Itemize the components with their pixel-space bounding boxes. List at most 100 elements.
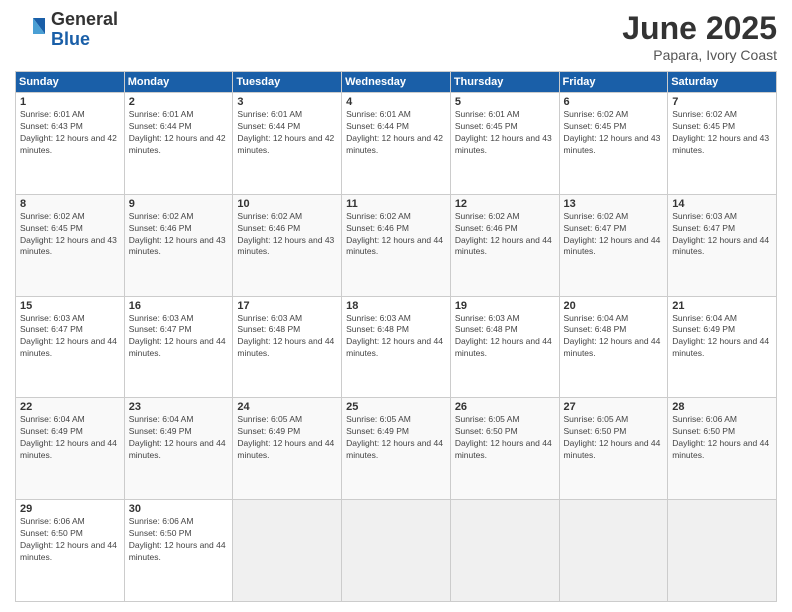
sunset-text: Sunset: 6:49 PM	[346, 426, 446, 438]
day-number: 4	[346, 96, 446, 108]
day-number: 17	[237, 300, 337, 312]
day-info: Sunrise: 6:05 AM Sunset: 6:49 PM Dayligh…	[346, 414, 446, 462]
sunrise-text: Sunrise: 6:01 AM	[346, 109, 446, 121]
day-number: 20	[564, 300, 664, 312]
table-row: 21 Sunrise: 6:04 AM Sunset: 6:49 PM Dayl…	[668, 296, 777, 398]
daylight-text: Daylight: 12 hours and 44 minutes.	[237, 438, 337, 462]
day-info: Sunrise: 6:03 AM Sunset: 6:48 PM Dayligh…	[455, 313, 555, 361]
table-row: 18 Sunrise: 6:03 AM Sunset: 6:48 PM Dayl…	[342, 296, 451, 398]
daylight-text: Daylight: 12 hours and 44 minutes.	[346, 438, 446, 462]
daylight-text: Daylight: 12 hours and 44 minutes.	[455, 336, 555, 360]
day-number: 2	[129, 96, 229, 108]
table-row: 30 Sunrise: 6:06 AM Sunset: 6:50 PM Dayl…	[124, 500, 233, 602]
day-info: Sunrise: 6:03 AM Sunset: 6:48 PM Dayligh…	[346, 313, 446, 361]
sunset-text: Sunset: 6:45 PM	[20, 223, 120, 235]
daylight-text: Daylight: 12 hours and 44 minutes.	[564, 438, 664, 462]
daylight-text: Daylight: 12 hours and 44 minutes.	[129, 336, 229, 360]
sunrise-text: Sunrise: 6:03 AM	[346, 313, 446, 325]
sunset-text: Sunset: 6:46 PM	[455, 223, 555, 235]
calendar-week-row: 29 Sunrise: 6:06 AM Sunset: 6:50 PM Dayl…	[16, 500, 777, 602]
day-info: Sunrise: 6:01 AM Sunset: 6:45 PM Dayligh…	[455, 109, 555, 157]
table-row: 27 Sunrise: 6:05 AM Sunset: 6:50 PM Dayl…	[559, 398, 668, 500]
day-number: 12	[455, 198, 555, 210]
sunrise-text: Sunrise: 6:06 AM	[672, 414, 772, 426]
sunrise-text: Sunrise: 6:01 AM	[237, 109, 337, 121]
day-number: 21	[672, 300, 772, 312]
sunrise-text: Sunrise: 6:01 AM	[455, 109, 555, 121]
day-info: Sunrise: 6:05 AM Sunset: 6:49 PM Dayligh…	[237, 414, 337, 462]
daylight-text: Daylight: 12 hours and 42 minutes.	[346, 133, 446, 157]
sunset-text: Sunset: 6:46 PM	[237, 223, 337, 235]
day-info: Sunrise: 6:02 AM Sunset: 6:46 PM Dayligh…	[237, 211, 337, 259]
sunrise-text: Sunrise: 6:02 AM	[129, 211, 229, 223]
col-friday: Friday	[559, 72, 668, 93]
sunrise-text: Sunrise: 6:02 AM	[346, 211, 446, 223]
day-number: 30	[129, 503, 229, 515]
day-info: Sunrise: 6:03 AM Sunset: 6:47 PM Dayligh…	[129, 313, 229, 361]
sunrise-text: Sunrise: 6:04 AM	[564, 313, 664, 325]
sunset-text: Sunset: 6:47 PM	[129, 324, 229, 336]
day-number: 1	[20, 96, 120, 108]
day-number: 28	[672, 401, 772, 413]
day-number: 5	[455, 96, 555, 108]
sunrise-text: Sunrise: 6:02 AM	[20, 211, 120, 223]
sunrise-text: Sunrise: 6:02 AM	[564, 211, 664, 223]
day-info: Sunrise: 6:01 AM Sunset: 6:44 PM Dayligh…	[237, 109, 337, 157]
table-row: 6 Sunrise: 6:02 AM Sunset: 6:45 PM Dayli…	[559, 93, 668, 195]
daylight-text: Daylight: 12 hours and 44 minutes.	[237, 336, 337, 360]
sunset-text: Sunset: 6:47 PM	[20, 324, 120, 336]
sunset-text: Sunset: 6:44 PM	[237, 121, 337, 133]
subtitle: Papara, Ivory Coast	[622, 47, 777, 63]
table-row: 4 Sunrise: 6:01 AM Sunset: 6:44 PM Dayli…	[342, 93, 451, 195]
day-info: Sunrise: 6:06 AM Sunset: 6:50 PM Dayligh…	[129, 516, 229, 564]
sunset-text: Sunset: 6:48 PM	[237, 324, 337, 336]
sunset-text: Sunset: 6:45 PM	[564, 121, 664, 133]
daylight-text: Daylight: 12 hours and 44 minutes.	[672, 438, 772, 462]
daylight-text: Daylight: 12 hours and 44 minutes.	[455, 235, 555, 259]
sunrise-text: Sunrise: 6:01 AM	[20, 109, 120, 121]
table-row: 10 Sunrise: 6:02 AM Sunset: 6:46 PM Dayl…	[233, 194, 342, 296]
day-info: Sunrise: 6:05 AM Sunset: 6:50 PM Dayligh…	[564, 414, 664, 462]
table-row: 14 Sunrise: 6:03 AM Sunset: 6:47 PM Dayl…	[668, 194, 777, 296]
day-number: 18	[346, 300, 446, 312]
col-monday: Monday	[124, 72, 233, 93]
day-info: Sunrise: 6:01 AM Sunset: 6:44 PM Dayligh…	[129, 109, 229, 157]
table-row: 12 Sunrise: 6:02 AM Sunset: 6:46 PM Dayl…	[450, 194, 559, 296]
table-row: 5 Sunrise: 6:01 AM Sunset: 6:45 PM Dayli…	[450, 93, 559, 195]
sunrise-text: Sunrise: 6:05 AM	[564, 414, 664, 426]
day-number: 27	[564, 401, 664, 413]
col-thursday: Thursday	[450, 72, 559, 93]
sunrise-text: Sunrise: 6:03 AM	[129, 313, 229, 325]
table-row	[342, 500, 451, 602]
sunset-text: Sunset: 6:48 PM	[455, 324, 555, 336]
daylight-text: Daylight: 12 hours and 44 minutes.	[20, 438, 120, 462]
table-row: 25 Sunrise: 6:05 AM Sunset: 6:49 PM Dayl…	[342, 398, 451, 500]
day-number: 9	[129, 198, 229, 210]
day-number: 14	[672, 198, 772, 210]
daylight-text: Daylight: 12 hours and 44 minutes.	[346, 336, 446, 360]
calendar-table: Sunday Monday Tuesday Wednesday Thursday…	[15, 71, 777, 602]
day-info: Sunrise: 6:04 AM Sunset: 6:48 PM Dayligh…	[564, 313, 664, 361]
day-number: 23	[129, 401, 229, 413]
day-number: 15	[20, 300, 120, 312]
header-row: Sunday Monday Tuesday Wednesday Thursday…	[16, 72, 777, 93]
sunrise-text: Sunrise: 6:03 AM	[237, 313, 337, 325]
table-row: 7 Sunrise: 6:02 AM Sunset: 6:45 PM Dayli…	[668, 93, 777, 195]
sunrise-text: Sunrise: 6:04 AM	[20, 414, 120, 426]
sunrise-text: Sunrise: 6:02 AM	[237, 211, 337, 223]
daylight-text: Daylight: 12 hours and 43 minutes.	[20, 235, 120, 259]
logo-general: General	[51, 9, 118, 29]
col-tuesday: Tuesday	[233, 72, 342, 93]
table-row	[559, 500, 668, 602]
sunrise-text: Sunrise: 6:04 AM	[129, 414, 229, 426]
daylight-text: Daylight: 12 hours and 43 minutes.	[129, 235, 229, 259]
sunset-text: Sunset: 6:49 PM	[129, 426, 229, 438]
daylight-text: Daylight: 12 hours and 44 minutes.	[455, 438, 555, 462]
table-row: 26 Sunrise: 6:05 AM Sunset: 6:50 PM Dayl…	[450, 398, 559, 500]
col-sunday: Sunday	[16, 72, 125, 93]
daylight-text: Daylight: 12 hours and 42 minutes.	[20, 133, 120, 157]
daylight-text: Daylight: 12 hours and 44 minutes.	[20, 540, 120, 564]
table-row: 9 Sunrise: 6:02 AM Sunset: 6:46 PM Dayli…	[124, 194, 233, 296]
table-row	[668, 500, 777, 602]
daylight-text: Daylight: 12 hours and 44 minutes.	[672, 336, 772, 360]
